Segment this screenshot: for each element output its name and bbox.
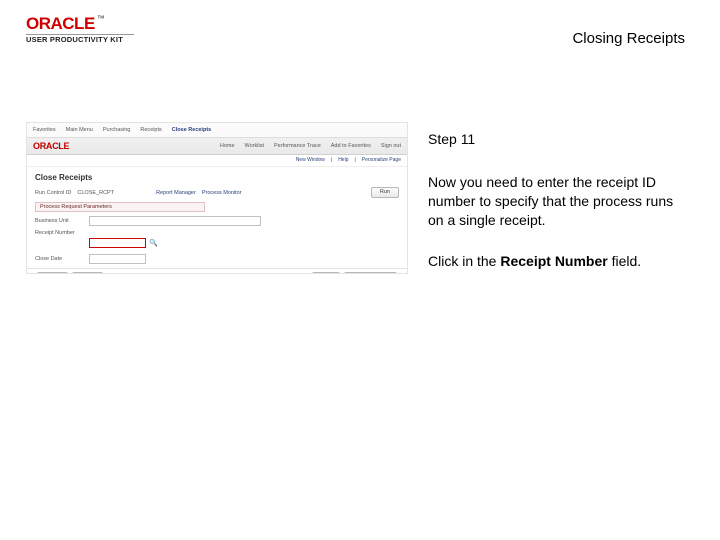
action-post: field. (608, 253, 641, 269)
trademark: ™ (97, 14, 105, 23)
closedate-label: Close Date (35, 256, 83, 262)
bu-label: Business Unit (35, 218, 83, 224)
app-screenshot: Favorites Main Menu Purchasing Receipts … (26, 122, 408, 274)
bu-field[interactable] (89, 216, 261, 226)
action-pre: Click in the (428, 253, 500, 269)
shot-receipt-row: Receipt Number (35, 230, 399, 236)
runcontrol-value: CLOSE_RCPT (77, 190, 114, 196)
add-button[interactable]: ＋Add (312, 272, 340, 274)
report-manager-link: Report Manager (156, 190, 196, 196)
nav-link: Sign out (381, 143, 401, 149)
brand-logo: ORACLE (26, 14, 95, 33)
closedate-field[interactable] (89, 254, 146, 264)
step-label: Step 11 (428, 130, 688, 149)
shot-footer: ▣Save ✉Notify ＋Add ↻Update/Display (35, 272, 399, 274)
runcontrol-label: Run Control ID (35, 190, 71, 196)
instruction-panel: Step 11 Now you need to enter the receip… (428, 130, 688, 292)
subnav-divider: | (331, 157, 332, 163)
subnav-link: New Window (296, 157, 325, 163)
shot-top-nav: Home Worklist Performance Trace Add to F… (220, 143, 401, 149)
subnav-link: Help (338, 157, 348, 163)
shot-closedate-row: Close Date (35, 254, 399, 264)
receipt-label: Receipt Number (35, 230, 83, 236)
crumb: Receipts (140, 127, 161, 133)
add-icon: ＋ (318, 274, 324, 275)
crumb: Main Menu (66, 127, 93, 133)
subnav-link: Personalize Page (362, 157, 401, 163)
brand-block: ORACLE™ USER PRODUCTIVITY KIT (26, 14, 123, 44)
shot-breadcrumb-bar: Favorites Main Menu Purchasing Receipts … (27, 123, 407, 138)
shot-breadcrumb: Favorites Main Menu Purchasing Receipts … (33, 127, 211, 133)
crumb: Close Receipts (172, 127, 211, 133)
crumb: Purchasing (103, 127, 131, 133)
process-monitor-link: Process Monitor (202, 190, 242, 196)
nav-link: Worklist (245, 143, 264, 149)
shot-brand-row: ORACLE Home Worklist Performance Trace A… (27, 138, 407, 155)
brand-rule (26, 34, 134, 35)
shot-divider (27, 268, 407, 269)
shot-bu-row: Business Unit (35, 216, 399, 226)
run-button[interactable]: Run (371, 187, 399, 198)
instruction-body: Now you need to enter the receipt ID num… (428, 173, 688, 230)
page-title: Closing Receipts (572, 30, 685, 47)
shot-subnav: New Window | Help | Personalize Page (27, 155, 407, 167)
receipt-number-field[interactable] (89, 238, 146, 248)
save-button[interactable]: ▣Save (37, 272, 68, 274)
shot-receipt-field-wrap: 🔍 (89, 238, 399, 248)
shot-section-header: Process Request Parameters (35, 202, 205, 212)
shot-page-title: Close Receipts (35, 173, 399, 182)
brand-subtitle: USER PRODUCTIVITY KIT (26, 35, 123, 44)
nav-link: Performance Trace (274, 143, 321, 149)
nav-link: Add to Favorites (331, 143, 371, 149)
shot-runcontrol-row: Run Control ID CLOSE_RCPT Report Manager… (35, 187, 399, 198)
notify-button[interactable]: ✉Notify (72, 272, 103, 274)
lookup-icon[interactable]: 🔍 (149, 239, 158, 247)
action-target: Receipt Number (500, 253, 607, 269)
shot-logo: ORACLE (33, 141, 69, 151)
instruction-action: Click in the Receipt Number field. (428, 252, 688, 271)
subnav-divider: | (354, 157, 355, 163)
nav-link: Home (220, 143, 235, 149)
update-button[interactable]: ↻Update/Display (344, 272, 397, 274)
crumb: Favorites (33, 127, 56, 133)
shot-body: Close Receipts Run Control ID CLOSE_RCPT… (27, 167, 407, 274)
